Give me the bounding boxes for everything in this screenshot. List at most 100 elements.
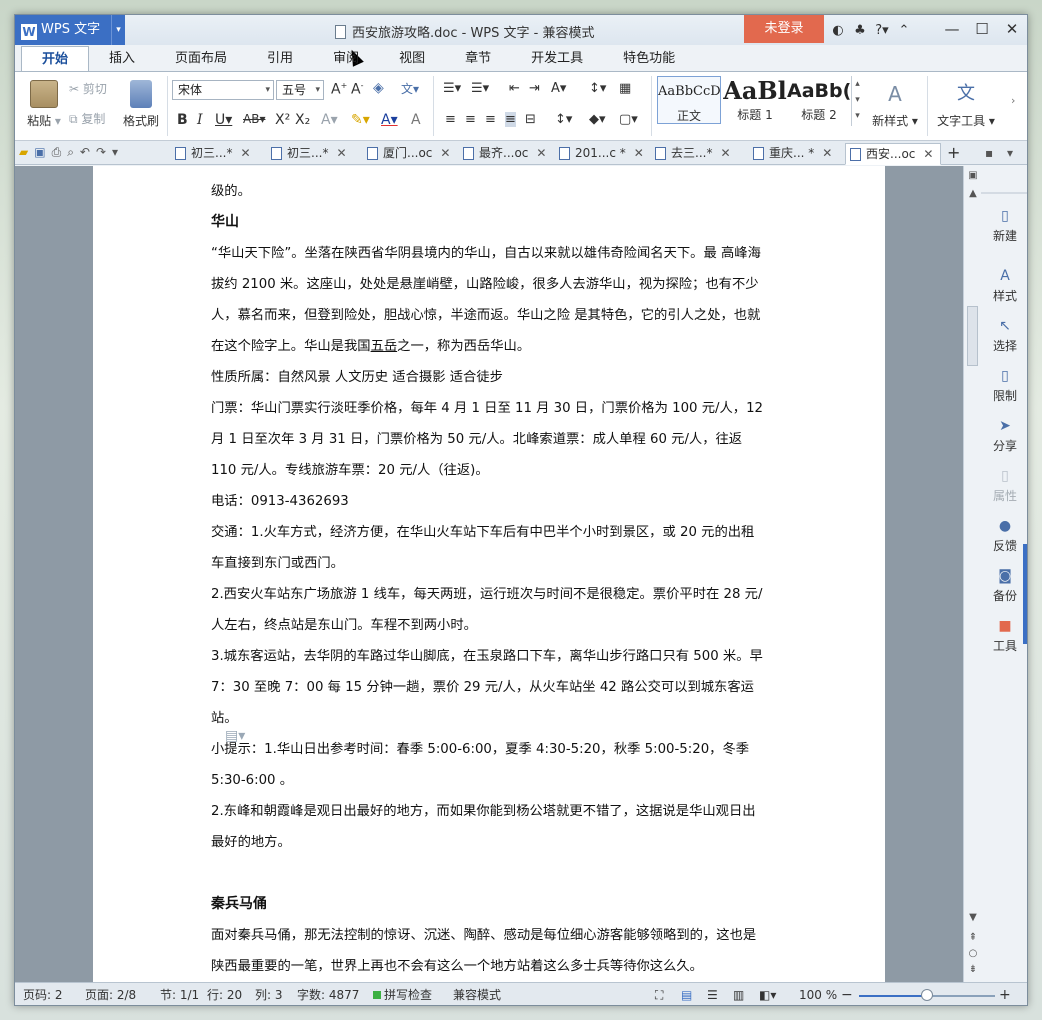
close-icon[interactable]: ✕ xyxy=(440,146,450,160)
format-painter-button[interactable]: 格式刷 xyxy=(119,80,163,129)
superscript-icon[interactable]: X² xyxy=(275,112,290,128)
align-left-icon[interactable]: ≡ xyxy=(445,112,456,127)
task-pane-toggle[interactable] xyxy=(1023,544,1027,644)
table-icon[interactable]: ▦ xyxy=(619,81,631,96)
chinese-layout-icon[interactable]: A▾ xyxy=(551,81,566,96)
close-icon[interactable]: ✕ xyxy=(240,146,250,160)
new-tab-icon[interactable]: + xyxy=(941,143,960,165)
status-page-of[interactable]: 页面: 2/8 xyxy=(85,983,136,1005)
outline-view-icon[interactable]: ☰ xyxy=(707,983,718,1005)
rp-new[interactable]: ▯ 新建 xyxy=(981,192,1027,244)
prev-page-icon[interactable]: ⇞ xyxy=(964,932,982,943)
customize-icon[interactable]: ▾ xyxy=(112,145,118,160)
close-icon[interactable]: ✕ xyxy=(822,146,832,160)
bullets-icon[interactable]: ☰▾ xyxy=(443,81,461,96)
tab-insert[interactable]: 插入 xyxy=(89,46,155,72)
underline-icon[interactable]: U▾ xyxy=(215,112,232,128)
zoom-level[interactable]: 100 % xyxy=(799,983,837,1005)
status-page-num[interactable]: 页码: 2 xyxy=(23,983,63,1005)
rp-restrict[interactable]: ▯ 限制 xyxy=(981,368,1027,404)
browse-object-icon[interactable]: ○ xyxy=(964,948,982,959)
fullscreen-view-icon[interactable]: ⛶ xyxy=(655,983,663,1005)
sort-icon[interactable]: ↕▾ xyxy=(589,81,606,96)
document-body[interactable]: 级的。 华山 “华山天下险”。坐落在陕西省华阴县境内的华山，自古以来就以雄伟奇险… xyxy=(211,176,767,982)
font-color-icon[interactable]: A▾ xyxy=(381,112,398,128)
text-tools-button[interactable]: 文 文字工具 ▾ xyxy=(933,80,999,129)
rp-style[interactable]: A 样式 xyxy=(981,268,1027,304)
style-heading-1[interactable]: AaBl 标题 1 xyxy=(723,76,787,124)
save-icon[interactable]: ▣ xyxy=(34,145,45,160)
doc-tab[interactable]: 去三...* ✕ xyxy=(651,143,731,165)
shrink-font-icon[interactable]: A- xyxy=(351,81,363,98)
scroll-thumb[interactable] xyxy=(967,306,978,366)
tab-home[interactable]: 开始 xyxy=(21,46,90,72)
distributed-icon[interactable]: ⊟ xyxy=(525,112,536,127)
text-effect-icon[interactable]: A▾ xyxy=(321,112,338,128)
new-style-button[interactable]: A 新样式 ▾ xyxy=(867,80,923,129)
zoom-in-icon[interactable]: + xyxy=(999,983,1011,1005)
document-page[interactable]: 级的。 华山 “华山天下险”。坐落在陕西省华阴县境内的华山，自古以来就以雄伟奇险… xyxy=(93,166,885,982)
maximize-icon[interactable]: ☐ xyxy=(967,15,997,43)
ribbon-expand-icon[interactable]: › xyxy=(1011,94,1015,107)
doc-tab[interactable]: 初三...* ✕ xyxy=(267,143,347,165)
italic-icon[interactable]: I xyxy=(197,112,203,128)
tab-page-layout[interactable]: 页面布局 xyxy=(155,46,247,72)
status-word-count[interactable]: 字数: 4877 xyxy=(297,983,359,1005)
rp-share[interactable]: ➤ 分享 xyxy=(981,418,1027,454)
clear-format-icon[interactable]: ◈ xyxy=(373,80,384,96)
grow-font-icon[interactable]: A+ xyxy=(331,81,347,98)
shading-icon[interactable]: ◆▾ xyxy=(589,112,606,127)
align-right-icon[interactable]: ≡ xyxy=(485,112,496,127)
zoom-slider-handle[interactable] xyxy=(921,989,933,1001)
rp-tools[interactable]: ■ 工具 xyxy=(981,618,1027,654)
increase-indent-icon[interactable]: ⇥ xyxy=(529,81,540,96)
doc-tab[interactable]: 厦门...oc ✕ xyxy=(363,143,450,165)
split-view-icon[interactable]: ▣ xyxy=(964,170,982,181)
paste-button[interactable]: 粘贴 ▾ xyxy=(23,80,65,129)
decrease-indent-icon[interactable]: ⇤ xyxy=(509,81,520,96)
char-shading-icon[interactable]: A xyxy=(411,112,421,128)
help-icon[interactable]: ?▾ xyxy=(871,23,893,38)
bold-icon[interactable]: B xyxy=(177,112,188,128)
align-center-icon[interactable]: ≡ xyxy=(465,112,476,127)
web-view-icon[interactable]: ▥ xyxy=(733,983,744,1005)
close-icon[interactable]: ✕ xyxy=(720,146,730,160)
tab-special[interactable]: 特色功能 xyxy=(603,46,695,72)
vertical-scrollbar[interactable]: ▣ ▲ ▼ ⇞ ○ ⇟ xyxy=(963,166,981,982)
tab-chapter[interactable]: 章节 xyxy=(445,46,511,72)
redo-icon[interactable]: ↷ xyxy=(96,145,106,160)
rp-feedback[interactable]: ● 反馈 xyxy=(981,518,1027,554)
shirt-icon[interactable]: ♣ xyxy=(849,23,871,38)
zoom-slider[interactable] xyxy=(859,989,995,1001)
tab-menu-icon[interactable]: ▾ xyxy=(1001,143,1013,165)
scroll-down-icon[interactable]: ▼ xyxy=(964,912,982,923)
reading-view-icon[interactable]: ◧▾ xyxy=(759,983,776,1005)
open-icon[interactable]: ▰ xyxy=(19,145,28,160)
wps-app-menu-button[interactable]: W WPS 文字 ▾ xyxy=(15,15,125,45)
tab-references[interactable]: 引用 xyxy=(247,46,313,72)
doc-tab[interactable]: 最齐...oc ✕ xyxy=(459,143,546,165)
close-icon[interactable]: ✕ xyxy=(336,146,346,160)
styles-scroll[interactable]: ▴ ▾ ▾ xyxy=(851,76,863,126)
font-size-select[interactable]: 五号 ▾ xyxy=(276,80,324,100)
style-normal[interactable]: AaBbCcD 正文 xyxy=(657,76,721,124)
copy-button[interactable]: ⧉ 复制 xyxy=(69,110,105,127)
close-icon[interactable]: ✕ xyxy=(923,147,933,161)
close-icon[interactable]: ✕ xyxy=(634,146,644,160)
doc-tab[interactable]: 201...c * ✕ xyxy=(555,143,644,165)
doc-tab[interactable]: 初三...* ✕ xyxy=(171,143,251,165)
tab-list-icon[interactable]: ▪ xyxy=(979,143,993,165)
login-button[interactable]: 未登录 xyxy=(744,15,824,43)
collapse-ribbon-icon[interactable]: ⌃ xyxy=(893,23,915,38)
tab-review[interactable]: 审阅 xyxy=(313,46,379,72)
doc-tab-active[interactable]: 西安...oc ✕ xyxy=(845,143,941,165)
doc-tab[interactable]: 重庆... * ✕ xyxy=(749,143,832,165)
tab-view[interactable]: 视图 xyxy=(379,46,445,72)
undo-icon[interactable]: ↶ xyxy=(80,145,90,160)
paragraph-layout-icon[interactable]: ▤▾ xyxy=(225,728,245,744)
spell-check-toggle[interactable]: 拼写检查 xyxy=(373,983,432,1005)
minimize-icon[interactable]: — xyxy=(937,15,967,43)
rp-backup[interactable]: ◙ 备份 xyxy=(981,568,1027,604)
tab-developer[interactable]: 开发工具 xyxy=(511,46,603,72)
line-spacing-icon[interactable]: ↕▾ xyxy=(555,112,572,127)
